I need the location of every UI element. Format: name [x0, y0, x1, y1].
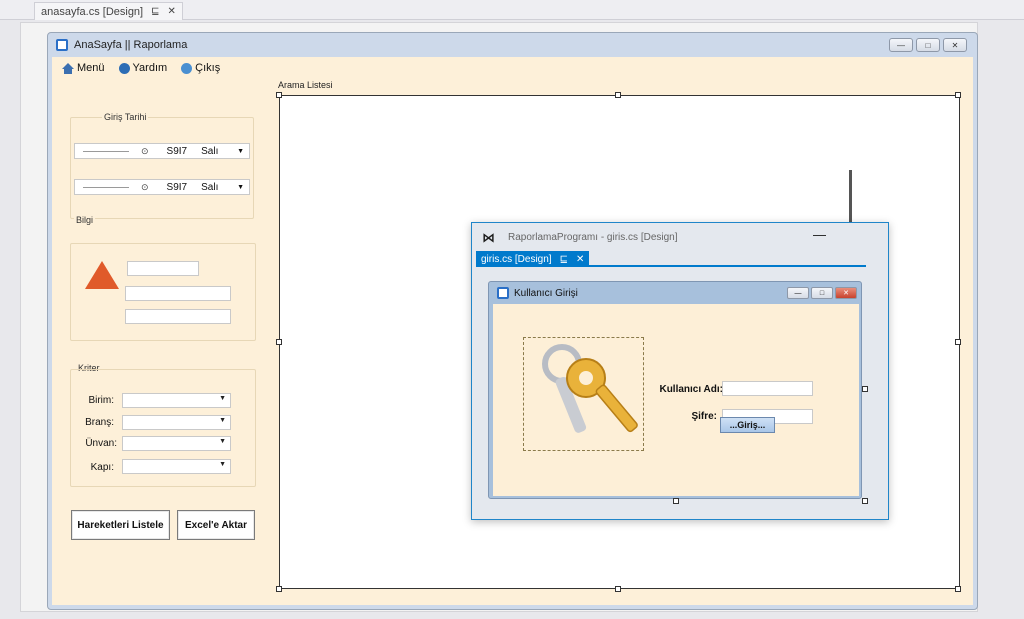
bilgi-group-caption: Bilgi [74, 215, 96, 225]
maximize-button[interactable]: □ [811, 287, 833, 299]
menu-item-label: Menü [77, 62, 105, 74]
clock-icon: ⊙ [141, 181, 149, 192]
export-excel-button[interactable]: Excel'e Aktar [177, 510, 255, 540]
tab-label: giris.cs [Design] [481, 253, 552, 265]
document-tab-label: anasayfa.cs [Design] [41, 5, 144, 18]
login-title: Kullanıcı Girişi [514, 287, 578, 299]
username-label: Kullanıcı Adı: [659, 384, 723, 395]
minimize-button[interactable]: — [787, 287, 809, 299]
brans-combobox[interactable] [122, 415, 231, 430]
pin-icon[interactable]: ⊑ [560, 254, 568, 265]
menu-item-menu[interactable]: Menü [62, 62, 105, 74]
resize-handle[interactable] [955, 92, 961, 98]
login-form-client: Kullanıcı Adı: Şifre: ...Giriş... [493, 304, 859, 496]
giris-window-title: RaporlamaProgramı - giris.cs [Design] [508, 232, 678, 243]
resize-handle[interactable] [862, 498, 868, 504]
unvan-label: Ünvan: [85, 438, 117, 449]
resize-handle[interactable] [276, 586, 282, 592]
info-textbox-1[interactable] [127, 261, 199, 276]
resize-handle[interactable] [955, 586, 961, 592]
chevron-down-icon[interactable]: ▼ [237, 184, 244, 191]
close-button[interactable]: ✕ [835, 287, 857, 299]
chevron-down-icon[interactable]: ▼ [237, 148, 244, 155]
app-icon [56, 39, 68, 51]
close-icon[interactable]: ✕ [576, 254, 584, 265]
birim-label: Birim: [88, 395, 114, 406]
close-button[interactable]: ✕ [943, 38, 967, 52]
kapi-label: Kapı: [90, 462, 114, 473]
end-date-picker[interactable]: ⊙ S9I7 Salı ▼ [74, 179, 250, 195]
main-form-titlebar: AnaSayfa || Raporlama [48, 33, 977, 57]
password-label: Şifre: [691, 411, 717, 422]
home-icon [62, 63, 74, 74]
list-movements-button[interactable]: Hareketleri Listele [71, 510, 170, 540]
resize-handle[interactable] [276, 339, 282, 345]
birim-combobox[interactable] [122, 393, 231, 408]
date-line [83, 186, 129, 188]
username-input[interactable] [722, 381, 813, 396]
pin-icon[interactable]: ⊑ [151, 6, 159, 17]
unvan-combobox[interactable] [122, 436, 231, 451]
resize-handle[interactable] [955, 339, 961, 345]
resize-handle[interactable] [276, 92, 282, 98]
date-day: Salı [201, 181, 219, 193]
exit-icon [181, 62, 193, 74]
main-form-title: AnaSayfa || Raporlama [74, 39, 188, 51]
date-day: Salı [201, 145, 219, 157]
resize-handle[interactable] [862, 386, 868, 392]
date-value: S9I7 [166, 181, 188, 193]
tab-giris-design[interactable]: giris.cs [Design] ⊑ ✕ [476, 251, 590, 267]
help-icon [118, 62, 130, 74]
giris-tabstrip: giris.cs [Design] ⊑ ✕ [476, 251, 866, 267]
minimize-button[interactable]: — [889, 38, 913, 52]
app-icon [497, 287, 509, 299]
keys-picturebox [523, 337, 644, 451]
menu-item-exit[interactable]: Çıkış [181, 62, 220, 74]
document-tab-anasayfa[interactable]: anasayfa.cs [Design] ⊑ ✕ [34, 2, 183, 20]
maximize-button[interactable]: □ [916, 38, 940, 52]
tarih-groupbox [70, 117, 254, 219]
tarih-group-caption: Giriş Tarihi [102, 112, 149, 122]
info-textbox-2[interactable] [125, 286, 231, 301]
login-window-controls: — □ ✕ [787, 287, 857, 299]
resize-handle[interactable] [615, 92, 621, 98]
kapi-combobox[interactable] [122, 459, 231, 474]
minimize-icon[interactable]: — [813, 227, 826, 242]
clock-icon: ⊙ [141, 145, 149, 156]
arama-listesi-caption: Arama Listesi [278, 80, 333, 90]
start-date-picker[interactable]: ⊙ S9I7 Salı ▼ [74, 143, 250, 159]
warning-icon [85, 261, 119, 289]
login-button[interactable]: ...Giriş... [720, 417, 775, 433]
info-textbox-3[interactable] [125, 309, 231, 324]
menu-item-label: Yardım [132, 62, 168, 74]
resize-handle[interactable] [615, 586, 621, 592]
visual-studio-icon: ⋈ [482, 230, 495, 245]
close-icon[interactable]: ✕ [168, 6, 176, 17]
date-value: S9I7 [166, 145, 188, 157]
brans-label: Branş: [85, 417, 114, 428]
menu-item-help[interactable]: Yardım [118, 62, 168, 74]
keys-icon [542, 344, 638, 433]
document-tabstrip: anasayfa.cs [Design] ⊑ ✕ [0, 0, 1024, 20]
resize-handle[interactable] [673, 498, 679, 504]
window-controls: — □ ✕ [889, 38, 967, 52]
login-form-window: Kullanıcı Girişi — □ ✕ Kullanıcı Adı: Şi… [488, 281, 862, 499]
menubar: Menü Yardım Çıkış [62, 59, 220, 77]
menu-item-label: Çıkış [195, 62, 221, 74]
date-line [83, 150, 129, 152]
